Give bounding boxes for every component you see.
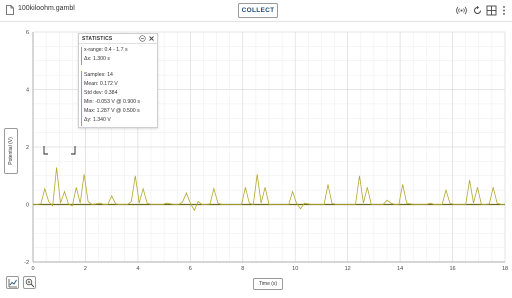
x-tick-label: 4 — [136, 266, 139, 272]
stat-std-dev: Std dev: 0.384 — [84, 90, 118, 96]
stat-delta-y: Δy: 1.340 V — [84, 117, 111, 123]
y-tick-label: 0 — [26, 203, 29, 209]
close-icon[interactable] — [148, 35, 155, 42]
line-graph-icon — [8, 279, 17, 288]
x-tick-label: 12 — [345, 266, 351, 272]
x-tick-label: 8 — [241, 266, 244, 272]
stat-x-range: x-range: 0.4 - 1.7 s — [84, 47, 128, 53]
series-indicator — [81, 71, 82, 126]
stat-max: Max: 1.287 V @ 0.500 s — [84, 108, 140, 114]
y-tick-label: 2 — [26, 145, 29, 151]
x-tick-label: 2 — [84, 266, 87, 272]
zoom-button[interactable] — [23, 276, 36, 289]
zoom-icon — [25, 278, 35, 288]
x-tick-label: 16 — [449, 266, 455, 272]
stat-min: Min: -0.053 V @ 0.900 s — [84, 99, 141, 105]
x-tick-label: 10 — [292, 266, 298, 272]
graph-tools-button[interactable] — [6, 276, 19, 289]
y-axis-label: Potential (V) — [8, 137, 14, 165]
x-tick-label: 14 — [397, 266, 403, 272]
x-tick-label: 6 — [189, 266, 192, 272]
y-tick-label: 4 — [26, 88, 29, 94]
statistics-title: STATISTICS — [82, 36, 113, 42]
stat-mean: Mean: 0.172 V — [84, 81, 118, 87]
minimize-icon[interactable] — [139, 35, 146, 42]
stat-delta-x: Δx: 1.300 s — [84, 56, 110, 62]
y-axis-label-button[interactable]: Potential (V) — [4, 128, 18, 174]
statistics-panel[interactable]: STATISTICS x-range: 0.4 - 1.7 s Δx: 1.30… — [78, 33, 158, 128]
x-tick-label: 0 — [31, 266, 34, 272]
y-tick-label: 6 — [26, 30, 29, 36]
y-tick-label: -2 — [24, 260, 29, 266]
range-indicator — [81, 47, 82, 65]
x-axis-label-button[interactable]: Time (s) — [253, 278, 283, 290]
x-tick-label: 18 — [502, 266, 508, 272]
graph-area[interactable]: 0 2 4 6 8 10 12 14 16 18-20246 — [0, 0, 512, 298]
stat-samples: Samples: 14 — [84, 72, 113, 78]
statistics-header: STATISTICS — [79, 34, 157, 44]
